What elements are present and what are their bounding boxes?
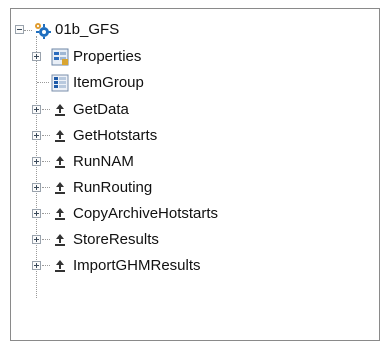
tree-node-label: Properties xyxy=(73,48,142,65)
tree-node-copyarchivehotstarts[interactable]: CopyArchiveHotstarts xyxy=(11,203,379,225)
tree-node-gethotstarts[interactable]: GetHotstarts xyxy=(11,125,379,147)
tree-node-label: CopyArchiveHotstarts xyxy=(73,205,219,222)
tree-node-label: RunRouting xyxy=(73,179,153,196)
tree-node-label: GetHotstarts xyxy=(73,127,158,144)
tree-connector xyxy=(42,265,50,266)
task-upload-icon xyxy=(55,234,65,246)
task-upload-icon xyxy=(55,104,65,116)
tree-node-label: RunNAM xyxy=(73,153,134,170)
tree-node-label: StoreResults xyxy=(73,231,159,248)
tree-node-label: ItemGroup xyxy=(73,74,144,91)
expand-toggle[interactable] xyxy=(32,157,41,166)
project-tree: 01b_GFS Properties ItemGroup GetData Get… xyxy=(11,9,379,340)
tree-connector xyxy=(42,109,50,110)
task-upload-icon xyxy=(55,260,65,272)
tree-node-itemgroup[interactable]: ItemGroup xyxy=(11,72,379,94)
tree-node-properties[interactable]: Properties xyxy=(11,46,379,68)
itemgroup-grid-icon xyxy=(51,74,69,92)
expand-toggle[interactable] xyxy=(32,105,41,114)
tree-connector xyxy=(42,187,50,188)
collapse-toggle[interactable] xyxy=(15,25,24,34)
expand-toggle[interactable] xyxy=(32,183,41,192)
tree-connector xyxy=(42,239,50,240)
tree-node-getdata[interactable]: GetData xyxy=(11,99,379,121)
tree-connector xyxy=(42,135,50,136)
tree-view-panel: 01b_GFS Properties ItemGroup GetData Get… xyxy=(10,8,380,341)
gear-cluster-icon xyxy=(35,23,51,39)
expand-toggle[interactable] xyxy=(32,261,41,270)
tree-node-runnam[interactable]: RunNAM xyxy=(11,151,379,173)
tree-node-runrouting[interactable]: RunRouting xyxy=(11,177,379,199)
tree-node-importghmresults[interactable]: ImportGHMResults xyxy=(11,255,379,277)
task-upload-icon xyxy=(55,130,65,142)
expand-toggle[interactable] xyxy=(32,131,41,140)
tree-connector xyxy=(42,213,50,214)
task-upload-icon xyxy=(55,182,65,194)
tree-node-label: GetData xyxy=(73,101,129,118)
expand-toggle[interactable] xyxy=(32,52,41,61)
task-upload-icon xyxy=(55,208,65,220)
task-upload-icon xyxy=(55,156,65,168)
expand-toggle[interactable] xyxy=(32,209,41,218)
tree-connector xyxy=(42,161,50,162)
tree-connector xyxy=(37,82,49,83)
tree-node-label: ImportGHMResults xyxy=(73,257,201,274)
tree-node-storeresults[interactable]: StoreResults xyxy=(11,229,379,251)
tree-node-label: 01b_GFS xyxy=(55,21,120,38)
tree-node-root[interactable]: 01b_GFS xyxy=(11,19,379,41)
properties-grid-icon xyxy=(51,48,69,66)
expand-toggle[interactable] xyxy=(32,235,41,244)
